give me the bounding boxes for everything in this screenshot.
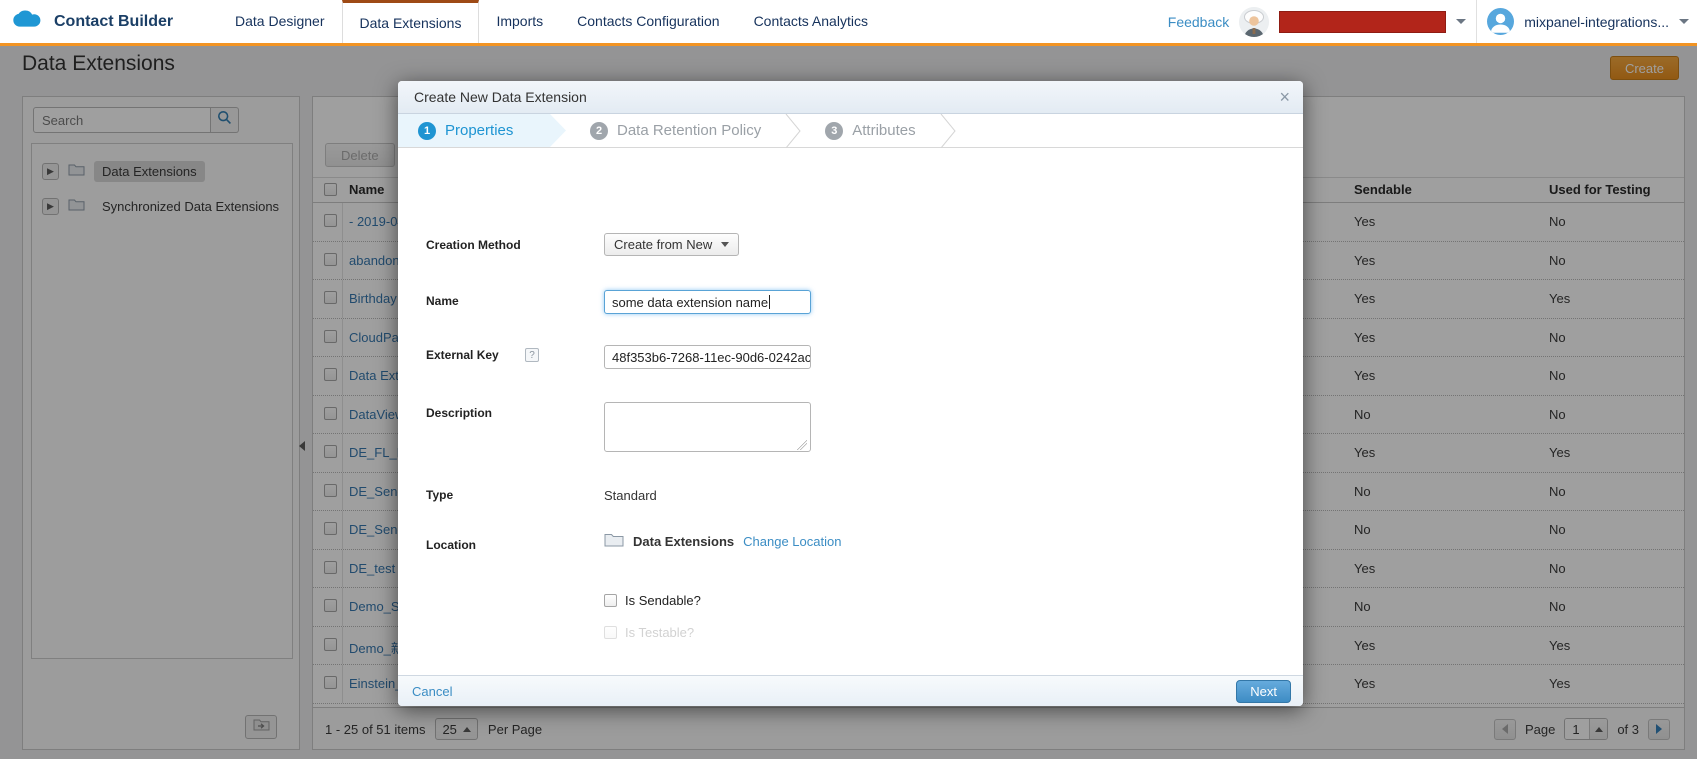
account-chevron-down-icon[interactable] xyxy=(1679,19,1689,24)
name-input[interactable]: some data extension name xyxy=(604,290,811,314)
step-attributes[interactable]: 3 Attributes xyxy=(801,114,939,147)
einstein-avatar[interactable] xyxy=(1239,7,1269,37)
step-separator xyxy=(785,114,801,148)
external-key-label: External Key xyxy=(426,348,499,362)
wizard-steps: 1 Properties 2 Data Retention Policy 3 A… xyxy=(398,114,1303,148)
nav-item-contacts-configuration[interactable]: Contacts Configuration xyxy=(560,0,736,43)
step-label: Attributes xyxy=(852,122,915,139)
chevron-down-icon[interactable] xyxy=(1456,19,1466,24)
is-testable-row: Is Testable? xyxy=(604,625,694,640)
external-key-input[interactable]: 48f353b6-7268-11ec-90d6-0242ac1200 xyxy=(604,345,811,369)
step-properties[interactable]: 1 Properties xyxy=(398,114,566,147)
user-avatar[interactable] xyxy=(1487,8,1514,35)
is-testable-checkbox xyxy=(604,626,617,639)
name-value: some data extension name xyxy=(612,295,768,310)
step-number-badge: 2 xyxy=(590,122,608,140)
modal-header: Create New Data Extension × xyxy=(398,81,1303,114)
name-label: Name xyxy=(426,294,459,308)
nav-item-data-designer[interactable]: Data Designer xyxy=(218,0,342,43)
is-sendable-checkbox[interactable] xyxy=(604,594,617,607)
account-name[interactable]: mixpanel-integrations... xyxy=(1524,14,1669,30)
next-button[interactable]: Next xyxy=(1236,680,1291,703)
creation-method-value: Create from New xyxy=(614,237,712,252)
step-number-badge: 3 xyxy=(825,122,843,140)
creation-method-dropdown[interactable]: Create from New xyxy=(604,233,739,256)
cancel-button[interactable]: Cancel xyxy=(412,676,452,707)
change-location-link[interactable]: Change Location xyxy=(743,534,841,549)
folder-icon xyxy=(604,532,624,550)
nav-divider xyxy=(1476,0,1477,43)
location-value: Data Extensions xyxy=(633,534,734,549)
external-key-value: 48f353b6-7268-11ec-90d6-0242ac1200 xyxy=(612,350,811,365)
type-value: Standard xyxy=(604,488,657,503)
create-data-extension-modal: Create New Data Extension × 1 Properties… xyxy=(398,81,1303,706)
step-data-retention-policy[interactable]: 2 Data Retention Policy xyxy=(566,114,785,147)
nav-item-contacts-analytics[interactable]: Contacts Analytics xyxy=(737,0,885,43)
nav-item-imports[interactable]: Imports xyxy=(479,0,560,43)
type-label: Type xyxy=(426,488,453,502)
is-sendable-row: Is Sendable? xyxy=(604,593,701,608)
chevron-down-icon xyxy=(721,242,729,247)
description-label: Description xyxy=(426,406,492,420)
close-icon[interactable]: × xyxy=(1279,87,1290,107)
step-label: Data Retention Policy xyxy=(617,122,761,139)
text-cursor xyxy=(769,295,770,309)
is-testable-label: Is Testable? xyxy=(625,625,694,640)
properties-form: Creation Method Create from New Name som… xyxy=(398,148,1303,674)
modal-title: Create New Data Extension xyxy=(414,81,587,114)
textarea-resize-grip[interactable] xyxy=(797,440,807,450)
app-brand: Contact Builder xyxy=(12,8,173,36)
description-textarea[interactable] xyxy=(604,402,811,452)
help-icon[interactable]: ? xyxy=(525,348,539,362)
creation-method-label: Creation Method xyxy=(426,238,521,252)
feedback-link[interactable]: Feedback xyxy=(1168,14,1229,30)
step-separator xyxy=(940,114,956,148)
app-title: Contact Builder xyxy=(54,13,173,31)
main-nav: Data Designer Data Extensions Imports Co… xyxy=(218,0,885,43)
step-label: Properties xyxy=(445,122,513,139)
nav-right-cluster: Feedback mixpanel-integrations... xyxy=(1168,0,1689,43)
top-nav: Contact Builder Data Designer Data Exten… xyxy=(0,0,1697,46)
is-sendable-label: Is Sendable? xyxy=(625,593,701,608)
nav-item-data-extensions[interactable]: Data Extensions xyxy=(342,0,480,43)
redacted-account-block xyxy=(1279,11,1446,33)
step-number-badge: 1 xyxy=(418,122,436,140)
location-label: Location xyxy=(426,538,476,552)
modal-footer: Cancel Next xyxy=(398,675,1303,706)
salesforce-cloud-icon xyxy=(12,8,46,36)
